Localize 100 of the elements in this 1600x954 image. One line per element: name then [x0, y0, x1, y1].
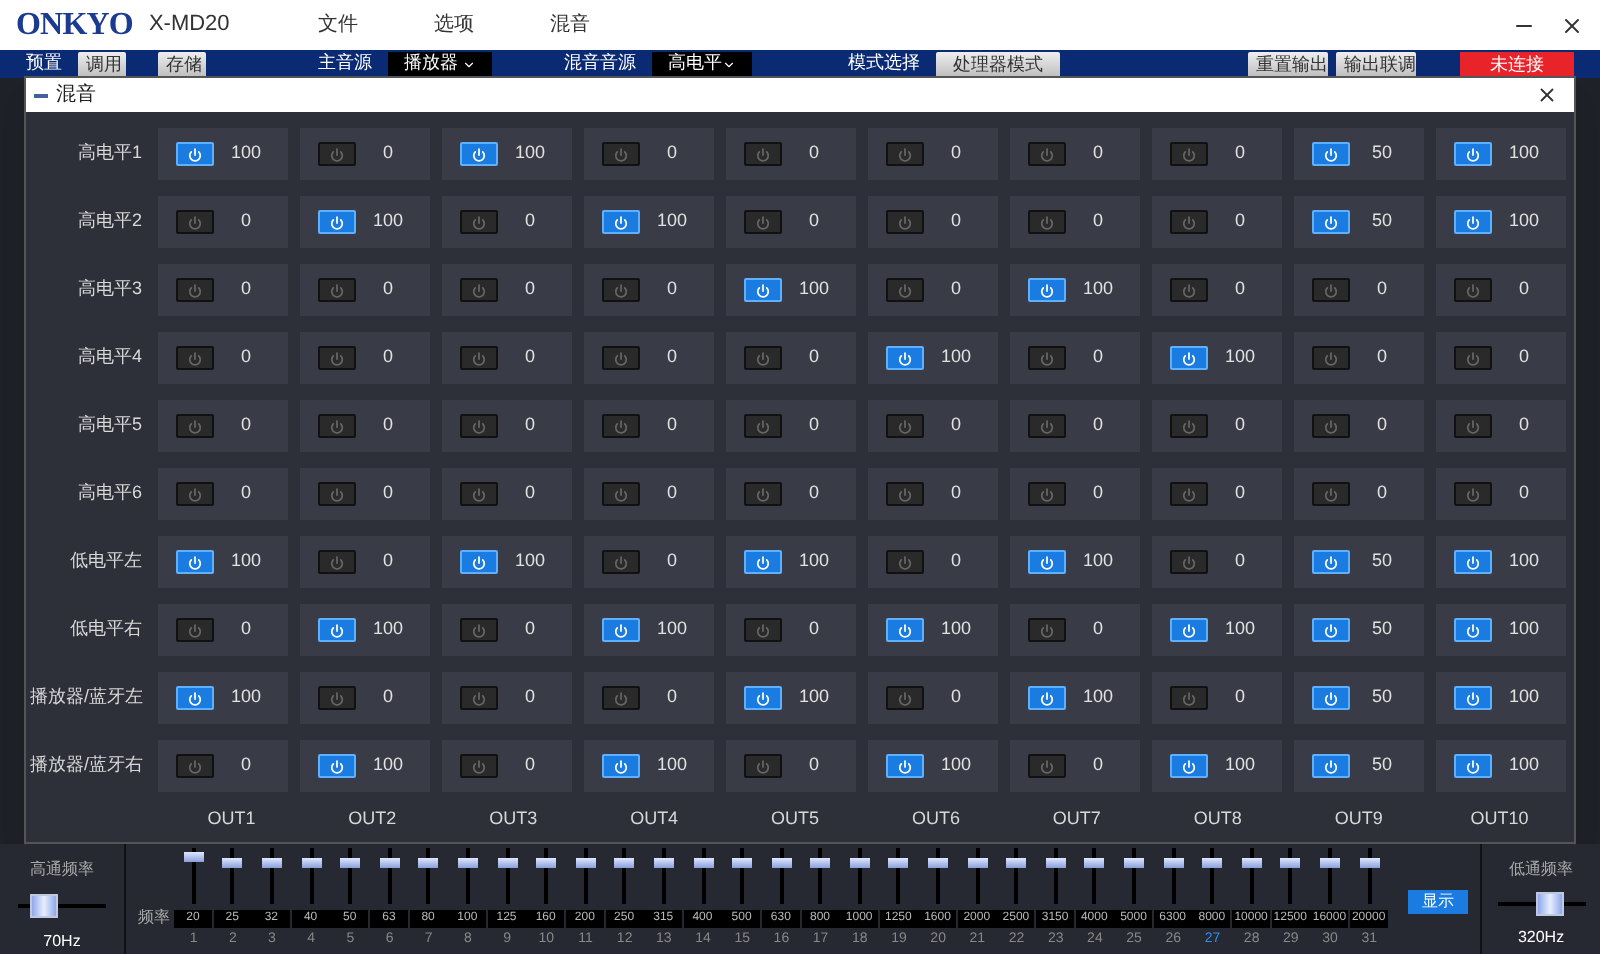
power-toggle[interactable]: [602, 550, 640, 574]
fader-thumb[interactable]: [771, 857, 792, 868]
power-toggle[interactable]: [602, 210, 640, 234]
slider-thumb[interactable]: [1535, 892, 1564, 916]
power-toggle[interactable]: [1312, 210, 1350, 234]
power-toggle[interactable]: [1028, 686, 1066, 710]
power-toggle[interactable]: [602, 278, 640, 302]
filter-slider[interactable]: [18, 894, 106, 918]
power-toggle[interactable]: [1312, 482, 1350, 506]
fader-thumb[interactable]: [497, 857, 518, 868]
power-toggle[interactable]: [602, 142, 640, 166]
power-toggle[interactable]: [1454, 210, 1492, 234]
fader-thumb[interactable]: [1045, 857, 1066, 868]
power-toggle[interactable]: [1028, 210, 1066, 234]
fader-thumb[interactable]: [1202, 857, 1223, 868]
power-toggle[interactable]: [886, 482, 924, 506]
power-toggle[interactable]: [602, 754, 640, 778]
filter-slider[interactable]: [1497, 892, 1585, 916]
power-toggle[interactable]: [886, 278, 924, 302]
power-toggle[interactable]: [176, 346, 214, 370]
power-toggle[interactable]: [886, 142, 924, 166]
power-toggle[interactable]: [1028, 346, 1066, 370]
fader-thumb[interactable]: [653, 857, 674, 868]
power-toggle[interactable]: [460, 550, 498, 574]
power-toggle[interactable]: [744, 618, 782, 642]
power-toggle[interactable]: [1312, 346, 1350, 370]
reset-output-button[interactable]: 重置输出: [1248, 51, 1328, 77]
power-toggle[interactable]: [744, 754, 782, 778]
fader-thumb[interactable]: [457, 857, 478, 868]
power-toggle[interactable]: [1170, 278, 1208, 302]
menu-item[interactable]: 选项: [433, 10, 526, 40]
power-toggle[interactable]: [886, 686, 924, 710]
connection-status[interactable]: 未连接: [1460, 51, 1574, 77]
power-toggle[interactable]: [318, 550, 356, 574]
power-toggle[interactable]: [1028, 754, 1066, 778]
power-toggle[interactable]: [1170, 142, 1208, 166]
menu-item[interactable]: 文件: [317, 10, 410, 40]
power-toggle[interactable]: [602, 686, 640, 710]
power-toggle[interactable]: [1312, 142, 1350, 166]
fader-thumb[interactable]: [1320, 857, 1341, 868]
fader-thumb[interactable]: [810, 857, 831, 868]
power-toggle[interactable]: [1454, 142, 1492, 166]
power-toggle[interactable]: [886, 550, 924, 574]
power-toggle[interactable]: [460, 686, 498, 710]
fader-thumb[interactable]: [1006, 857, 1027, 868]
fader-thumb[interactable]: [967, 857, 988, 868]
power-toggle[interactable]: [176, 754, 214, 778]
fader-thumb[interactable]: [1163, 857, 1184, 868]
power-toggle[interactable]: [1028, 414, 1066, 438]
power-toggle[interactable]: [1170, 754, 1208, 778]
power-toggle[interactable]: [744, 346, 782, 370]
power-toggle[interactable]: [1170, 482, 1208, 506]
power-toggle[interactable]: [176, 414, 214, 438]
power-toggle[interactable]: [176, 618, 214, 642]
power-toggle[interactable]: [1170, 346, 1208, 370]
power-toggle[interactable]: [1454, 278, 1492, 302]
power-toggle[interactable]: [1454, 618, 1492, 642]
power-toggle[interactable]: [1028, 482, 1066, 506]
power-toggle[interactable]: [744, 210, 782, 234]
power-toggle[interactable]: [176, 482, 214, 506]
power-toggle[interactable]: [744, 686, 782, 710]
fader-thumb[interactable]: [614, 857, 635, 868]
power-toggle[interactable]: [744, 414, 782, 438]
power-toggle[interactable]: [602, 346, 640, 370]
power-toggle[interactable]: [1170, 550, 1208, 574]
power-toggle[interactable]: [176, 142, 214, 166]
power-toggle[interactable]: [460, 210, 498, 234]
fader-thumb[interactable]: [1084, 857, 1105, 868]
power-toggle[interactable]: [886, 414, 924, 438]
power-toggle[interactable]: [744, 142, 782, 166]
power-toggle[interactable]: [460, 618, 498, 642]
power-toggle[interactable]: [318, 210, 356, 234]
fader-thumb[interactable]: [928, 857, 949, 868]
close-icon[interactable]: [1536, 84, 1558, 106]
power-toggle[interactable]: [460, 278, 498, 302]
power-toggle[interactable]: [318, 754, 356, 778]
recall-button[interactable]: 调用: [78, 51, 126, 77]
power-toggle[interactable]: [1454, 550, 1492, 574]
power-toggle[interactable]: [886, 210, 924, 234]
power-toggle[interactable]: [602, 618, 640, 642]
show-button[interactable]: 显示: [1408, 890, 1468, 914]
power-toggle[interactable]: [602, 482, 640, 506]
power-toggle[interactable]: [460, 754, 498, 778]
power-toggle[interactable]: [602, 414, 640, 438]
power-toggle[interactable]: [176, 550, 214, 574]
fader-thumb[interactable]: [418, 857, 439, 868]
power-toggle[interactable]: [1028, 278, 1066, 302]
fader-thumb[interactable]: [693, 857, 714, 868]
power-toggle[interactable]: [1170, 414, 1208, 438]
fader-thumb[interactable]: [183, 852, 204, 863]
power-toggle[interactable]: [1028, 142, 1066, 166]
power-toggle[interactable]: [318, 346, 356, 370]
power-toggle[interactable]: [1454, 414, 1492, 438]
power-toggle[interactable]: [1454, 686, 1492, 710]
fader-thumb[interactable]: [732, 857, 753, 868]
power-toggle[interactable]: [318, 686, 356, 710]
power-toggle[interactable]: [1312, 550, 1350, 574]
power-toggle[interactable]: [318, 414, 356, 438]
power-toggle[interactable]: [744, 550, 782, 574]
power-toggle[interactable]: [176, 278, 214, 302]
